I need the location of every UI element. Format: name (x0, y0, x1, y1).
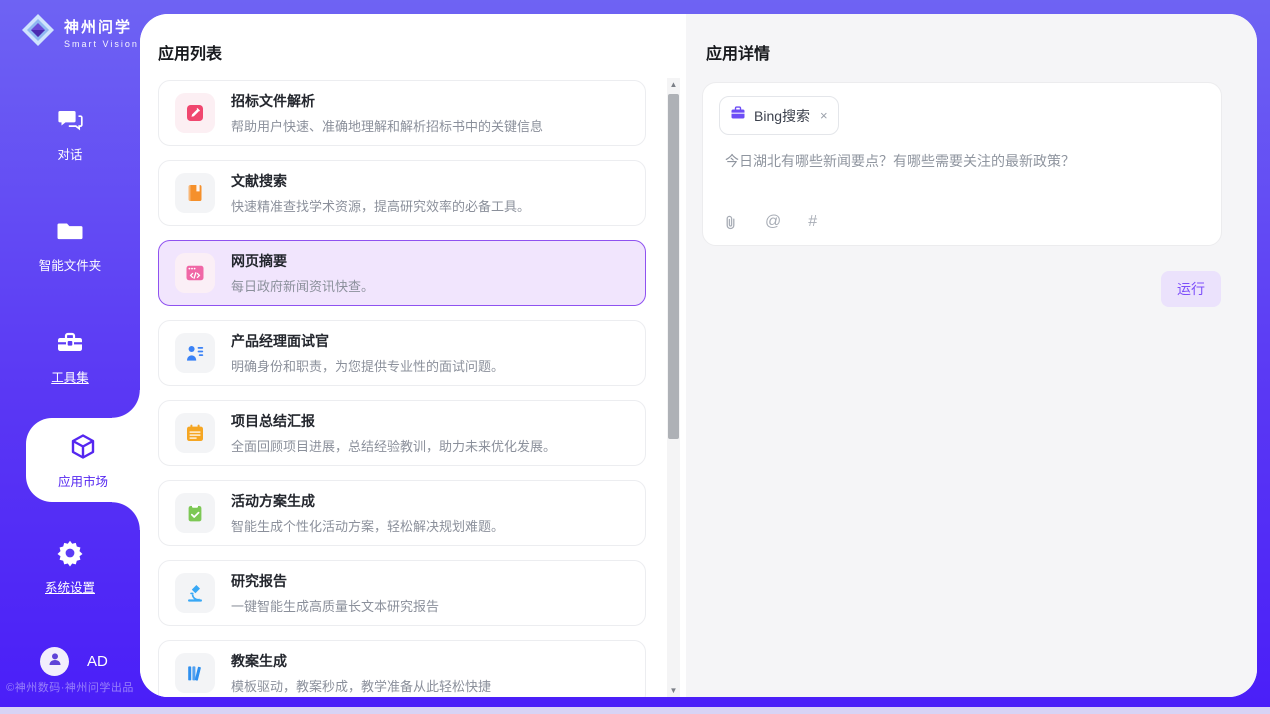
copyright-footer: ©神州数码·神州问学出品 (0, 679, 140, 695)
app-card-title: 招标文件解析 (231, 91, 543, 111)
app-card-description: 帮助用户快速、准确地理解和解析招标书中的关键信息 (231, 116, 543, 135)
app-card-list: 招标文件解析 帮助用户快速、准确地理解和解析招标书中的关键信息 文献搜索 快速精… (158, 80, 646, 697)
app-detail-panel: 应用详情 Bing搜索 × 今日湖北有哪些新闻要点？有哪些需要关注的最新政策？ … (686, 14, 1257, 697)
sidebar-item-app-market[interactable]: 应用市场 (26, 418, 140, 502)
tool-chip-bing-search[interactable]: Bing搜索 × (719, 96, 839, 135)
at-icon[interactable]: @ (765, 213, 781, 231)
scroll-down-button[interactable]: ▼ (667, 684, 680, 697)
sidebar-item-smart-folders[interactable]: 智能文件夹 (0, 216, 140, 274)
sidebar-item-chat[interactable]: 对话 (0, 105, 140, 163)
app-card[interactable]: 教案生成 模板驱动，教案秒成，教学准备从此轻松快捷 (158, 640, 646, 697)
sidebar-item-system-settings[interactable]: 系统设置 (0, 538, 140, 596)
browser-icon (175, 253, 215, 293)
books-icon (175, 653, 215, 693)
bottom-strip (0, 707, 1270, 714)
app-card-title: 文献搜索 (231, 171, 530, 191)
query-card: Bing搜索 × 今日湖北有哪些新闻要点？有哪些需要关注的最新政策？ @ # (702, 82, 1222, 246)
brand-subtitle: Smart Vision (64, 39, 139, 49)
app-list-title: 应用列表 (158, 40, 222, 64)
app-card[interactable]: 活动方案生成 智能生成个性化活动方案，轻松解决规划难题。 (158, 480, 646, 546)
brand-name: 神州问学 (64, 19, 132, 36)
tool-chip-label: Bing搜索 (754, 106, 810, 126)
user-initials: AD (87, 653, 108, 670)
app-card-description: 模板驱动，教案秒成，教学准备从此轻松快捷 (231, 676, 491, 695)
app-card-description: 快速精准查找学术资源，提高研究效率的必备工具。 (231, 196, 530, 215)
app-card[interactable]: 研究报告 一键智能生成高质量长文本研究报告 (158, 560, 646, 626)
app-card-title: 教案生成 (231, 651, 491, 671)
clipboard-icon (175, 493, 215, 533)
sidebar: 神州问学 Smart Vision 对话 智能文件夹 工具集 应用市场 系统设置… (0, 0, 140, 707)
app-card-description: 全面回顾项目进展，总结经验教训，助力未来优化发展。 (231, 436, 556, 455)
app-card-title: 活动方案生成 (231, 491, 504, 511)
run-button[interactable]: 运行 (1161, 271, 1221, 307)
app-card-title: 项目总结汇报 (231, 411, 556, 431)
scrollbar-thumb[interactable] (668, 94, 679, 439)
app-card-description: 明确身份和职责，为您提供专业性的面试问题。 (231, 356, 504, 375)
app-card[interactable]: 项目总结汇报 全面回顾项目进展，总结经验教训，助力未来优化发展。 (158, 400, 646, 466)
briefcase-icon (730, 105, 746, 126)
app-card-description: 一键智能生成高质量长文本研究报告 (231, 596, 439, 615)
attach-toolbar: @ # (723, 213, 817, 231)
main-panel: 应用列表 招标文件解析 帮助用户快速、准确地理解和解析招标书中的关键信息 文献搜… (140, 14, 1257, 697)
paperclip-icon[interactable] (723, 215, 738, 230)
app-list-panel: 应用列表 招标文件解析 帮助用户快速、准确地理解和解析招标书中的关键信息 文献搜… (140, 14, 686, 697)
app-card-title: 产品经理面试官 (231, 331, 504, 351)
app-card[interactable]: 网页摘要 每日政府新闻资讯快查。 (158, 240, 646, 306)
chat-icon (0, 105, 140, 137)
gear-icon (0, 538, 140, 570)
app-card-title: 网页摘要 (231, 251, 374, 271)
book-icon (175, 173, 215, 213)
avatar[interactable] (40, 647, 69, 676)
app-card-description: 每日政府新闻资讯快查。 (231, 276, 374, 295)
microscope-icon (175, 573, 215, 613)
folder-icon (0, 216, 140, 248)
person-doc-icon (175, 333, 215, 373)
person-icon (47, 651, 63, 672)
app-card-title: 研究报告 (231, 571, 439, 591)
chip-close-icon[interactable]: × (820, 109, 828, 122)
user-account[interactable]: AD (40, 647, 108, 676)
scrollbar[interactable]: ▲ ▼ (667, 78, 680, 697)
toolbox-icon (0, 328, 140, 360)
doc-edit-icon (175, 93, 215, 133)
sidebar-item-toolset[interactable]: 工具集 (0, 328, 140, 386)
app-card[interactable]: 文献搜索 快速精准查找学术资源，提高研究效率的必备工具。 (158, 160, 646, 226)
calendar-icon (175, 413, 215, 453)
cube-icon (26, 432, 140, 464)
brand-logo: 神州问学 Smart Vision (20, 12, 139, 53)
hash-icon[interactable]: # (808, 213, 817, 231)
query-textarea[interactable]: 今日湖北有哪些新闻要点？有哪些需要关注的最新政策？ (725, 151, 1201, 171)
app-detail-title: 应用详情 (706, 40, 770, 64)
diamond-logo-icon (20, 12, 56, 53)
scroll-up-button[interactable]: ▲ (667, 78, 680, 91)
app-card[interactable]: 产品经理面试官 明确身份和职责，为您提供专业性的面试问题。 (158, 320, 646, 386)
app-card-description: 智能生成个性化活动方案，轻松解决规划难题。 (231, 516, 504, 535)
app-card[interactable]: 招标文件解析 帮助用户快速、准确地理解和解析招标书中的关键信息 (158, 80, 646, 146)
